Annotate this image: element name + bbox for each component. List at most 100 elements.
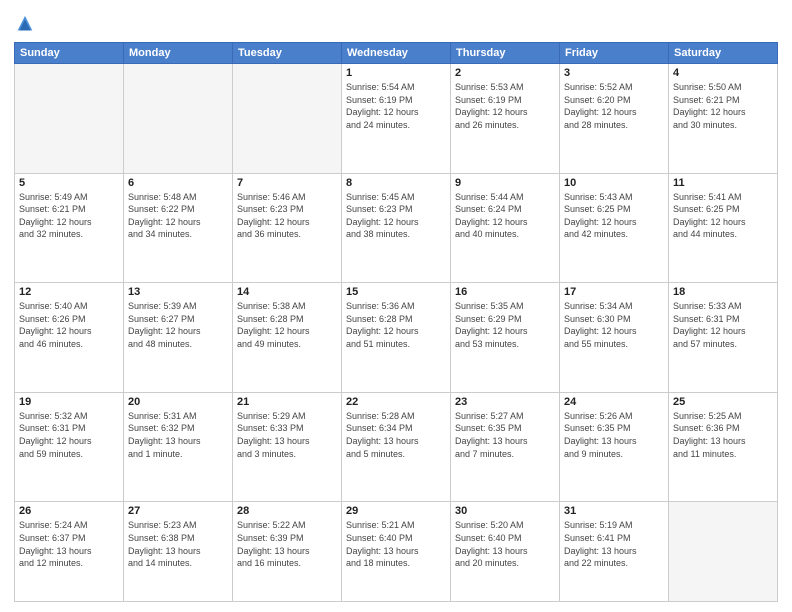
day-info: Sunrise: 5:46 AM Sunset: 6:23 PM Dayligh… — [237, 191, 337, 241]
day-number: 18 — [673, 286, 773, 298]
logo — [14, 14, 39, 36]
calendar-cell: 24 Sunrise: 5:26 AM Sunset: 6:35 PM Dayli… — [560, 392, 669, 502]
day-info: Sunrise: 5:22 AM Sunset: 6:39 PM Dayligh… — [237, 519, 337, 569]
day-number: 10 — [564, 177, 664, 189]
calendar-cell: 28 Sunrise: 5:22 AM Sunset: 6:39 PM Dayli… — [233, 502, 342, 602]
day-number: 7 — [237, 177, 337, 189]
day-info: Sunrise: 5:54 AM Sunset: 6:19 PM Dayligh… — [346, 81, 446, 131]
day-number: 25 — [673, 396, 773, 408]
calendar-cell: 10 Sunrise: 5:43 AM Sunset: 6:25 PM Dayli… — [560, 173, 669, 283]
day-info: Sunrise: 5:28 AM Sunset: 6:34 PM Dayligh… — [346, 410, 446, 460]
calendar-cell: 19 Sunrise: 5:32 AM Sunset: 6:31 PM Dayli… — [15, 392, 124, 502]
calendar-cell: 15 Sunrise: 5:36 AM Sunset: 6:28 PM Dayli… — [342, 283, 451, 393]
calendar-cell: 20Sunrise: 5:31 AM Sunset: 6:32 PM Dayli… — [124, 392, 233, 502]
day-number: 14 — [237, 286, 337, 298]
day-info: Sunrise: 5:32 AM Sunset: 6:31 PM Dayligh… — [19, 410, 119, 460]
calendar-cell: 16 Sunrise: 5:35 AM Sunset: 6:29 PM Dayli… — [451, 283, 560, 393]
calendar-cell: 21 Sunrise: 5:29 AM Sunset: 6:33 PM Dayli… — [233, 392, 342, 502]
day-number: 5 — [19, 177, 119, 189]
calendar-week-0: 1 Sunrise: 5:54 AM Sunset: 6:19 PM Daylig… — [15, 64, 778, 174]
calendar-table: SundayMondayTuesdayWednesdayThursdayFrid… — [14, 42, 778, 602]
col-header-thursday: Thursday — [451, 43, 560, 64]
calendar-cell: 25 Sunrise: 5:25 AM Sunset: 6:36 PM Dayli… — [669, 392, 778, 502]
day-info: Sunrise: 5:43 AM Sunset: 6:25 PM Dayligh… — [564, 191, 664, 241]
day-info: Sunrise: 5:20 AM Sunset: 6:40 PM Dayligh… — [455, 519, 555, 569]
calendar-cell: 3 Sunrise: 5:52 AM Sunset: 6:20 PM Daylig… — [560, 64, 669, 174]
day-info: Sunrise: 5:48 AM Sunset: 6:22 PM Dayligh… — [128, 191, 228, 241]
day-number: 2 — [455, 67, 555, 79]
day-number: 20 — [128, 396, 228, 408]
calendar-cell: 29Sunrise: 5:21 AM Sunset: 6:40 PM Dayli… — [342, 502, 451, 602]
day-info: Sunrise: 5:34 AM Sunset: 6:30 PM Dayligh… — [564, 300, 664, 350]
day-number: 1 — [346, 67, 446, 79]
col-header-tuesday: Tuesday — [233, 43, 342, 64]
day-number: 13 — [128, 286, 228, 298]
calendar-header-row: SundayMondayTuesdayWednesdayThursdayFrid… — [15, 43, 778, 64]
day-info: Sunrise: 5:41 AM Sunset: 6:25 PM Dayligh… — [673, 191, 773, 241]
day-info: Sunrise: 5:39 AM Sunset: 6:27 PM Dayligh… — [128, 300, 228, 350]
day-number: 19 — [19, 396, 119, 408]
calendar-cell: 27 Sunrise: 5:23 AM Sunset: 6:38 PM Dayli… — [124, 502, 233, 602]
calendar-cell: 4 Sunrise: 5:50 AM Sunset: 6:21 PM Daylig… — [669, 64, 778, 174]
calendar-cell — [124, 64, 233, 174]
day-number: 22 — [346, 396, 446, 408]
day-number: 21 — [237, 396, 337, 408]
calendar-cell: 18 Sunrise: 5:33 AM Sunset: 6:31 PM Dayli… — [669, 283, 778, 393]
calendar-cell — [233, 64, 342, 174]
col-header-monday: Monday — [124, 43, 233, 64]
day-number: 4 — [673, 67, 773, 79]
calendar-cell: 6 Sunrise: 5:48 AM Sunset: 6:22 PM Daylig… — [124, 173, 233, 283]
day-info: Sunrise: 5:23 AM Sunset: 6:38 PM Dayligh… — [128, 519, 228, 569]
calendar-cell: 2 Sunrise: 5:53 AM Sunset: 6:19 PM Daylig… — [451, 64, 560, 174]
calendar-cell: 26 Sunrise: 5:24 AM Sunset: 6:37 PM Dayli… — [15, 502, 124, 602]
day-info: Sunrise: 5:35 AM Sunset: 6:29 PM Dayligh… — [455, 300, 555, 350]
day-number: 26 — [19, 505, 119, 517]
page: SundayMondayTuesdayWednesdayThursdayFrid… — [0, 0, 792, 612]
day-info: Sunrise: 5:45 AM Sunset: 6:23 PM Dayligh… — [346, 191, 446, 241]
day-number: 16 — [455, 286, 555, 298]
day-number: 6 — [128, 177, 228, 189]
day-number: 9 — [455, 177, 555, 189]
day-info: Sunrise: 5:33 AM Sunset: 6:31 PM Dayligh… — [673, 300, 773, 350]
day-number: 11 — [673, 177, 773, 189]
calendar-cell: 11 Sunrise: 5:41 AM Sunset: 6:25 PM Dayli… — [669, 173, 778, 283]
day-info: Sunrise: 5:52 AM Sunset: 6:20 PM Dayligh… — [564, 81, 664, 131]
day-info: Sunrise: 5:38 AM Sunset: 6:28 PM Dayligh… — [237, 300, 337, 350]
day-info: Sunrise: 5:36 AM Sunset: 6:28 PM Dayligh… — [346, 300, 446, 350]
calendar-cell: 17 Sunrise: 5:34 AM Sunset: 6:30 PM Dayli… — [560, 283, 669, 393]
day-info: Sunrise: 5:53 AM Sunset: 6:19 PM Dayligh… — [455, 81, 555, 131]
calendar-week-2: 12Sunrise: 5:40 AM Sunset: 6:26 PM Dayli… — [15, 283, 778, 393]
day-info: Sunrise: 5:19 AM Sunset: 6:41 PM Dayligh… — [564, 519, 664, 569]
calendar-cell: 8Sunrise: 5:45 AM Sunset: 6:23 PM Daylig… — [342, 173, 451, 283]
calendar-cell — [669, 502, 778, 602]
day-info: Sunrise: 5:29 AM Sunset: 6:33 PM Dayligh… — [237, 410, 337, 460]
calendar-cell: 22 Sunrise: 5:28 AM Sunset: 6:34 PM Dayli… — [342, 392, 451, 502]
logo-icon — [14, 14, 36, 36]
day-number: 29 — [346, 505, 446, 517]
day-info: Sunrise: 5:27 AM Sunset: 6:35 PM Dayligh… — [455, 410, 555, 460]
day-info: Sunrise: 5:25 AM Sunset: 6:36 PM Dayligh… — [673, 410, 773, 460]
calendar-cell: 31 Sunrise: 5:19 AM Sunset: 6:41 PM Dayli… — [560, 502, 669, 602]
day-info: Sunrise: 5:40 AM Sunset: 6:26 PM Dayligh… — [19, 300, 119, 350]
day-number: 17 — [564, 286, 664, 298]
calendar-cell: 12Sunrise: 5:40 AM Sunset: 6:26 PM Dayli… — [15, 283, 124, 393]
day-number: 15 — [346, 286, 446, 298]
calendar-cell: 7 Sunrise: 5:46 AM Sunset: 6:23 PM Daylig… — [233, 173, 342, 283]
day-number: 24 — [564, 396, 664, 408]
day-info: Sunrise: 5:26 AM Sunset: 6:35 PM Dayligh… — [564, 410, 664, 460]
day-info: Sunrise: 5:50 AM Sunset: 6:21 PM Dayligh… — [673, 81, 773, 131]
day-number: 23 — [455, 396, 555, 408]
calendar-cell — [15, 64, 124, 174]
col-header-wednesday: Wednesday — [342, 43, 451, 64]
day-number: 28 — [237, 505, 337, 517]
calendar-cell: 1 Sunrise: 5:54 AM Sunset: 6:19 PM Daylig… — [342, 64, 451, 174]
calendar-cell: 9Sunrise: 5:44 AM Sunset: 6:24 PM Daylig… — [451, 173, 560, 283]
day-info: Sunrise: 5:24 AM Sunset: 6:37 PM Dayligh… — [19, 519, 119, 569]
day-info: Sunrise: 5:49 AM Sunset: 6:21 PM Dayligh… — [19, 191, 119, 241]
day-number: 31 — [564, 505, 664, 517]
calendar-cell: 14 Sunrise: 5:38 AM Sunset: 6:28 PM Dayli… — [233, 283, 342, 393]
day-number: 3 — [564, 67, 664, 79]
calendar-cell: 30Sunrise: 5:20 AM Sunset: 6:40 PM Dayli… — [451, 502, 560, 602]
day-number: 27 — [128, 505, 228, 517]
calendar-cell: 13 Sunrise: 5:39 AM Sunset: 6:27 PM Dayli… — [124, 283, 233, 393]
